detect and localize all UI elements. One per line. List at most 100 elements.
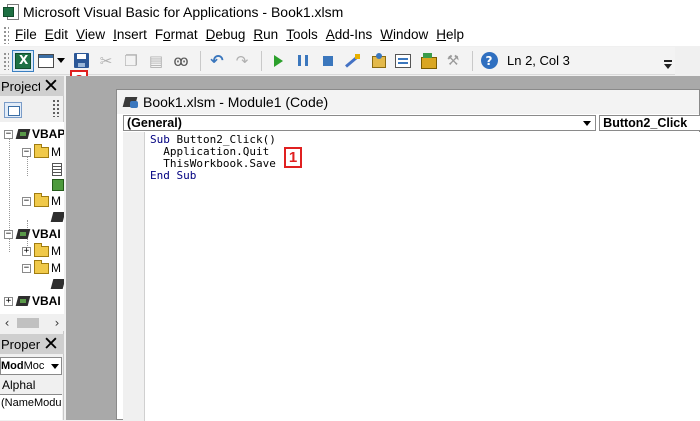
toolbox-icon: ⚒	[446, 52, 460, 69]
toolbar-separator	[200, 50, 201, 71]
chevron-down-icon	[57, 58, 65, 63]
view-object-button[interactable]	[4, 102, 22, 118]
code-line[interactable]: End Sub	[150, 170, 196, 182]
tree-node-folder[interactable]: − M	[22, 143, 61, 161]
save-button[interactable]	[70, 50, 92, 72]
menu-tools[interactable]: Tools	[282, 24, 322, 46]
play-icon	[273, 54, 283, 67]
cursor-position: Ln 2, Col 3	[507, 53, 570, 68]
worksheet-icon	[52, 162, 62, 176]
code-editor[interactable]: Sub Button2_Click() Application.Quit Thi…	[145, 132, 700, 421]
tree-node-vbaproject[interactable]: + VBAI	[4, 292, 61, 310]
stop-icon	[323, 55, 333, 66]
cut-icon: ✂	[99, 51, 113, 70]
left-dock-panel: Project ✕ −VBAP −M −M −VBAI +M −M	[0, 76, 64, 420]
object-browser-button[interactable]	[417, 50, 439, 72]
reset-button[interactable]	[317, 50, 339, 72]
splitter-grip-icon[interactable]	[52, 99, 60, 117]
toolbox-button[interactable]: ⚒	[442, 50, 464, 72]
chevron-left-icon[interactable]: ‹	[0, 316, 14, 330]
break-button[interactable]	[292, 50, 314, 72]
tree-node-module[interactable]	[50, 208, 64, 226]
object-combo[interactable]: (General)	[123, 115, 597, 131]
module-icon	[123, 95, 140, 110]
undo-button[interactable]: ↶	[206, 50, 228, 72]
excel-vba-app-icon[interactable]	[3, 4, 19, 20]
redo-icon: ↷	[235, 51, 249, 70]
folder-icon	[34, 259, 49, 274]
code-window-title-bar[interactable]: Book1.xlsm - Module1 (Code)	[117, 90, 699, 114]
project-explorer-icon	[370, 52, 386, 69]
tree-node-vbaproject[interactable]: − VBAP	[4, 125, 64, 143]
cut-button[interactable]: ✂	[95, 50, 117, 72]
properties-window-button[interactable]	[392, 50, 414, 72]
toolbar-separator	[261, 50, 262, 71]
properties-icon	[395, 53, 411, 68]
project-tree: − VBAP − M − M − VBAI + M − M + VBAI	[0, 122, 64, 314]
design-mode-button[interactable]	[342, 50, 364, 72]
vbaproject-icon	[16, 294, 30, 308]
chevron-down-icon	[664, 64, 672, 69]
insert-dropdown-button[interactable]	[55, 50, 67, 72]
toolbar-options-button[interactable]	[663, 50, 673, 72]
run-button[interactable]	[267, 50, 289, 72]
project-horizontal-scrollbar[interactable]: ‹ ›	[0, 314, 64, 331]
alphabetic-tab[interactable]: Alphal	[2, 378, 35, 392]
standard-toolbar: ✂ ❐ ▤ ꙭ ↶ ↷ ⚒ ? Ln 2, Col 3	[0, 47, 675, 75]
close-icon[interactable]: ✕	[41, 334, 61, 354]
chevron-right-icon[interactable]: ›	[50, 316, 64, 330]
menu-file[interactable]: File	[11, 24, 41, 46]
code-combo-row: (General) Button2_Click	[123, 115, 700, 131]
code-margin[interactable]	[123, 132, 145, 421]
chevron-down-icon	[583, 121, 592, 126]
menu-run[interactable]: Run	[249, 24, 282, 46]
toolbar-separator	[472, 50, 473, 71]
properties-panel-header: Propert ✕	[0, 334, 64, 354]
window-title: Microsoft Visual Basic for Applications …	[23, 4, 344, 20]
project-panel-header: Project ✕	[0, 76, 64, 96]
project-explorer-button[interactable]	[367, 50, 389, 72]
menu-view[interactable]: View	[72, 24, 109, 46]
module-icon	[50, 279, 64, 289]
menu-debug[interactable]: Debug	[202, 24, 250, 46]
pause-icon	[298, 55, 308, 66]
properties-object-combo[interactable]: Mod Moc	[0, 357, 62, 375]
redo-button[interactable]: ↷	[231, 50, 253, 72]
menu-add-ins[interactable]: Add-Ins	[322, 24, 377, 46]
tree-node-vbaproject[interactable]: − VBAI	[4, 225, 61, 243]
paste-icon: ▤	[148, 51, 164, 70]
copy-button[interactable]: ❐	[120, 50, 142, 72]
help-button[interactable]: ?	[478, 50, 500, 72]
copy-icon: ❐	[124, 51, 138, 70]
vbaproject-icon	[16, 227, 30, 241]
folder-icon	[34, 192, 49, 207]
project-panel-title: Project	[1, 78, 40, 94]
menubar-grip-icon[interactable]	[3, 26, 9, 44]
title-bar: Microsoft Visual Basic for Applications …	[0, 0, 700, 24]
scrollbar-thumb[interactable]	[17, 317, 39, 328]
design-mode-icon	[345, 53, 361, 69]
workbook-icon	[52, 179, 64, 191]
find-button[interactable]: ꙭ	[170, 50, 192, 72]
procedure-combo[interactable]: Button2_Click	[599, 115, 700, 131]
menu-edit[interactable]: Edit	[41, 24, 72, 46]
view-excel-button[interactable]	[12, 49, 34, 72]
properties-grid[interactable]: (NameModu	[0, 394, 62, 420]
toolbar-grip-icon[interactable]	[3, 51, 9, 70]
menu-help[interactable]: Help	[432, 24, 468, 46]
save-icon	[73, 53, 89, 68]
undo-icon: ↶	[210, 51, 224, 70]
userform-icon	[38, 53, 54, 68]
menu-insert[interactable]: Insert	[109, 24, 151, 46]
binoculars-icon: ꙭ	[173, 51, 189, 70]
code-window: Book1.xlsm - Module1 (Code) (General) Bu…	[116, 89, 700, 421]
menu-format[interactable]: Format	[151, 24, 202, 46]
menu-window[interactable]: Window	[376, 24, 432, 46]
close-icon[interactable]: ✕	[41, 76, 61, 96]
paste-button[interactable]: ▤	[145, 50, 167, 72]
code-window-title: Book1.xlsm - Module1 (Code)	[143, 94, 329, 110]
tree-node-folder[interactable]: + M	[22, 242, 61, 260]
excel-icon	[15, 52, 31, 69]
insert-userform-button[interactable]	[37, 50, 55, 72]
tree-node-module[interactable]	[50, 275, 64, 293]
